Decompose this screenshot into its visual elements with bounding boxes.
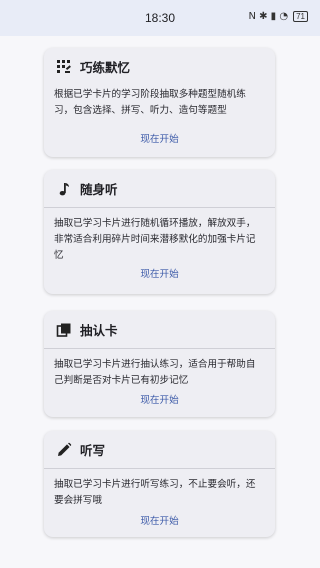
- flashcard-card: 抽认卡 抽取已学习卡片进行抽认练习，适合用于帮助自己判断是否对卡片已有初步记忆 …: [44, 311, 275, 417]
- card-title: 随身听: [80, 182, 118, 197]
- listen-card: 随身听 抽取已学习卡片进行随机循环播放，解放双手，非常适合利用碎片时间来潜移默化…: [44, 170, 275, 294]
- dictation-card: 听写 抽取已学习卡片进行听写练习，不止要会听，还要会拼写哦 现在开始: [44, 431, 275, 537]
- music-note-icon: [59, 182, 69, 195]
- card-description: 根据已学卡片的学习阶段抽取多种题型随机练习，包含选择、拼写、听力、造句等题型: [54, 89, 246, 116]
- status-bar: 18:30 N ✱ ▮ ◔ 71: [0, 0, 320, 36]
- card-title: 听写: [80, 443, 106, 458]
- dice-grid-icon: [57, 59, 71, 73]
- start-button[interactable]: 现在开始: [44, 131, 275, 145]
- practice-card: 巧练默忆 根据已学卡片的学习阶段抽取多种题型随机练习，包含选择、拼写、听力、造句…: [44, 48, 275, 157]
- card-header: 巧练默忆: [44, 48, 275, 85]
- card-header: 抽认卡: [44, 311, 275, 348]
- card-description: 抽取已学习卡片进行随机循环播放，解放双手，非常适合利用碎片时间来潜移默化的加强卡…: [54, 218, 256, 261]
- card-stack-icon: [56, 323, 71, 337]
- card-description: 抽取已学习卡片进行听写练习，不止要会听，还要会拼写哦: [54, 479, 256, 506]
- card-title: 抽认卡: [80, 323, 118, 338]
- status-indicator-icons: N ✱ ▮ ◔: [248, 11, 289, 22]
- start-button[interactable]: 现在开始: [44, 392, 275, 406]
- card-header: 听写: [44, 431, 275, 468]
- card-header: 随身听: [44, 170, 275, 207]
- card-title: 巧练默忆: [80, 60, 131, 75]
- status-icons: N ✱ ▮ ◔ 71: [248, 11, 308, 22]
- start-button[interactable]: 现在开始: [44, 266, 275, 280]
- battery-icon: 71: [293, 11, 308, 22]
- card-description: 抽取已学习卡片进行抽认练习，适合用于帮助自己判断是否对卡片已有初步记忆: [54, 359, 256, 386]
- pencil-icon: [58, 442, 72, 456]
- start-button[interactable]: 现在开始: [44, 513, 275, 527]
